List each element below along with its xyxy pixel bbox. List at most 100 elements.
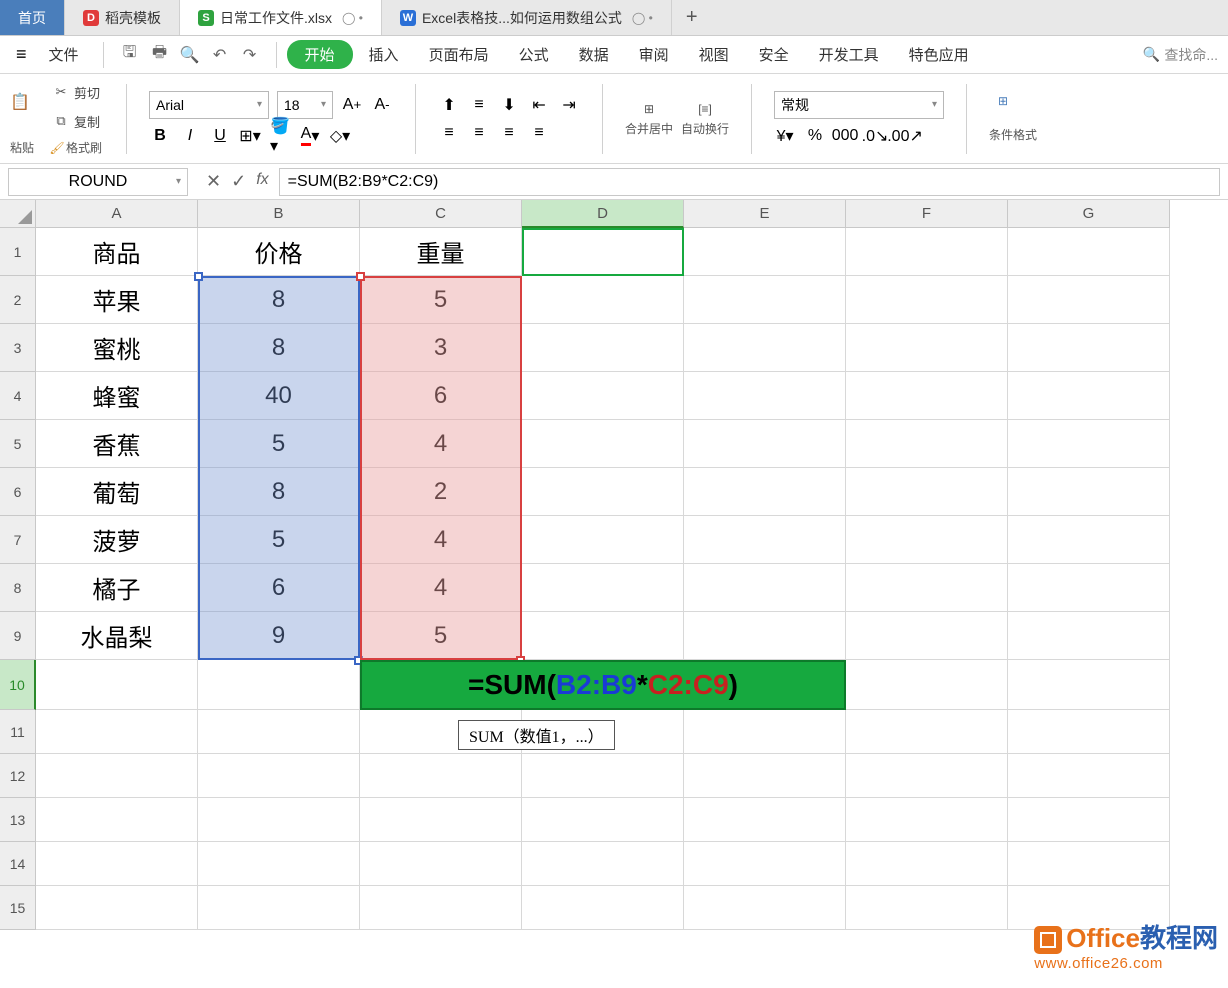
cell[interactable]: [684, 710, 846, 754]
tab-daoketemplate[interactable]: D 稻壳模板: [65, 0, 180, 35]
editing-formula-cell[interactable]: =SUM( B2:B9 * C2:C9 ): [360, 660, 846, 710]
align-right-icon[interactable]: ≡: [498, 122, 520, 144]
search-box[interactable]: 🔍 查找命...: [1143, 45, 1218, 65]
cell[interactable]: [522, 372, 684, 420]
cell[interactable]: [846, 710, 1008, 754]
cell[interactable]: [36, 886, 198, 930]
cell[interactable]: [846, 612, 1008, 660]
cell[interactable]: 8: [198, 324, 360, 372]
cell[interactable]: [846, 420, 1008, 468]
cell[interactable]: 40: [198, 372, 360, 420]
cell[interactable]: 2: [360, 468, 522, 516]
cell[interactable]: [684, 612, 846, 660]
align-left-icon[interactable]: ≡: [438, 122, 460, 144]
cell[interactable]: [684, 372, 846, 420]
cell[interactable]: [846, 276, 1008, 324]
menu-data[interactable]: 数据: [565, 40, 623, 69]
cond-format-button[interactable]: ⊞ 条件格式: [989, 94, 1037, 143]
cell[interactable]: [360, 886, 522, 930]
cell[interactable]: [1008, 798, 1170, 842]
cell[interactable]: [1008, 660, 1170, 710]
menu-dev-tools[interactable]: 开发工具: [805, 40, 893, 69]
cell[interactable]: [522, 228, 684, 276]
row-header[interactable]: 13: [0, 798, 36, 842]
cell[interactable]: [522, 842, 684, 886]
cell[interactable]: 8: [198, 468, 360, 516]
cell[interactable]: [684, 564, 846, 612]
range-handle[interactable]: [356, 272, 365, 281]
row-header[interactable]: 7: [0, 516, 36, 564]
redo-icon[interactable]: ↷: [240, 45, 260, 65]
cell[interactable]: 重量: [360, 228, 522, 276]
indent-left-icon[interactable]: ⇤: [528, 94, 550, 116]
font-color-button[interactable]: A▾: [299, 125, 321, 147]
preview-icon[interactable]: 🔍: [180, 45, 200, 65]
col-header-E[interactable]: E: [684, 200, 846, 228]
tab-home[interactable]: 首页: [0, 0, 65, 35]
percent-icon[interactable]: %: [804, 125, 826, 147]
cell[interactable]: [684, 798, 846, 842]
fill-color-button[interactable]: 🪣▾: [269, 125, 291, 147]
cell[interactable]: [846, 798, 1008, 842]
merge-icon[interactable]: ⊞: [640, 100, 658, 118]
cell[interactable]: 橘子: [36, 564, 198, 612]
menu-start[interactable]: 开始: [287, 40, 353, 69]
cell[interactable]: [684, 886, 846, 930]
cell[interactable]: 苹果: [36, 276, 198, 324]
row-header-1[interactable]: 1: [0, 228, 36, 276]
cell[interactable]: 5: [198, 420, 360, 468]
cell[interactable]: 香蕉: [36, 420, 198, 468]
copy-button[interactable]: ⧉复制: [48, 110, 104, 133]
cell[interactable]: 6: [360, 372, 522, 420]
cell[interactable]: [1008, 564, 1170, 612]
font-selector[interactable]: Arial▾: [149, 91, 269, 119]
number-format-selector[interactable]: 常规▾: [774, 91, 944, 119]
cell[interactable]: 4: [360, 420, 522, 468]
cell[interactable]: [36, 798, 198, 842]
tab-workbook-active[interactable]: S 日常工作文件.xlsx ◯ •: [180, 0, 382, 35]
cell[interactable]: [1008, 468, 1170, 516]
paste-icon[interactable]: 📋: [10, 92, 40, 122]
bold-button[interactable]: B: [149, 125, 171, 147]
row-header[interactable]: 4: [0, 372, 36, 420]
cancel-formula-icon[interactable]: ✕: [206, 171, 221, 192]
fx-icon[interactable]: fx: [256, 171, 268, 192]
col-header-A[interactable]: A: [36, 200, 198, 228]
cell[interactable]: [1008, 754, 1170, 798]
col-header-B[interactable]: B: [198, 200, 360, 228]
menu-formula[interactable]: 公式: [505, 40, 563, 69]
range-handle[interactable]: [194, 272, 203, 281]
row-header[interactable]: 8: [0, 564, 36, 612]
cell[interactable]: [522, 420, 684, 468]
col-header-D[interactable]: D: [522, 200, 684, 228]
border-button[interactable]: ⊞▾: [239, 125, 261, 147]
decrease-decimal-icon[interactable]: .0↘: [864, 125, 886, 147]
name-box[interactable]: ROUND ▾: [8, 168, 188, 196]
row-header[interactable]: 11: [0, 710, 36, 754]
col-header-G[interactable]: G: [1008, 200, 1170, 228]
cell[interactable]: 6: [198, 564, 360, 612]
cell[interactable]: [846, 564, 1008, 612]
cell[interactable]: [522, 324, 684, 372]
formula-input[interactable]: =SUM(B2:B9*C2:C9): [279, 168, 1220, 196]
cell[interactable]: [1008, 276, 1170, 324]
cell[interactable]: [1008, 228, 1170, 276]
row-header-10[interactable]: 10: [0, 660, 36, 710]
cell[interactable]: [198, 710, 360, 754]
align-bottom-icon[interactable]: ⬇: [498, 94, 520, 116]
col-header-C[interactable]: C: [360, 200, 522, 228]
cell[interactable]: [522, 564, 684, 612]
cell[interactable]: [198, 660, 360, 710]
cell[interactable]: [1008, 420, 1170, 468]
align-top-icon[interactable]: ⬆: [438, 94, 460, 116]
cell[interactable]: [684, 324, 846, 372]
align-justify-icon[interactable]: ≡: [528, 122, 550, 144]
cell[interactable]: [522, 276, 684, 324]
cell[interactable]: [522, 612, 684, 660]
cell[interactable]: 5: [198, 516, 360, 564]
decrease-font-icon[interactable]: A-: [371, 94, 393, 116]
font-size-selector[interactable]: 18▾: [277, 91, 333, 119]
cell[interactable]: [36, 842, 198, 886]
align-center-icon[interactable]: ≡: [468, 122, 490, 144]
align-middle-icon[interactable]: ≡: [468, 94, 490, 116]
